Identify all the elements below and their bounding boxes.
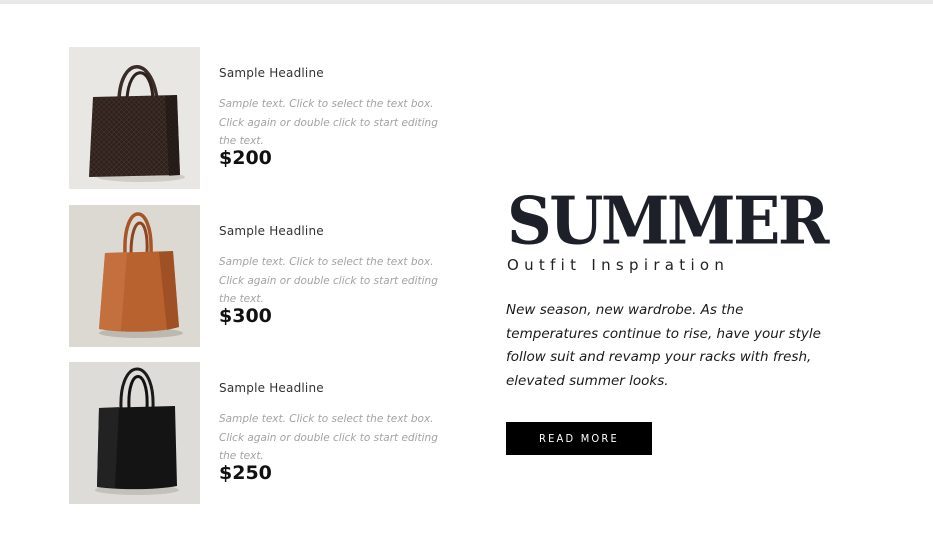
tan-leather-tote-image[interactable]: [69, 205, 200, 347]
product-headline[interactable]: Sample Headline: [219, 66, 324, 80]
product-description[interactable]: Sample text. Click to select the text bo…: [219, 410, 455, 466]
product-price[interactable]: $250: [219, 462, 272, 484]
product-price[interactable]: $200: [219, 147, 272, 169]
dark-woven-tote-image[interactable]: [69, 47, 200, 189]
black-leather-tote-image[interactable]: [69, 362, 200, 504]
top-divider: [0, 0, 933, 4]
read-more-button[interactable]: READ MORE: [506, 422, 652, 455]
product-price[interactable]: $300: [219, 305, 272, 327]
product-description[interactable]: Sample text. Click to select the text bo…: [219, 253, 455, 309]
product-headline[interactable]: Sample Headline: [219, 381, 324, 395]
hero-subtitle[interactable]: Outfit Inspiration: [507, 256, 729, 274]
hero-body-text[interactable]: New season, new wardrobe. As the tempera…: [506, 299, 836, 393]
product-description[interactable]: Sample text. Click to select the text bo…: [219, 95, 455, 151]
product-card: Sample Headline Sample text. Click to se…: [69, 362, 489, 504]
hero-title[interactable]: SUMMER: [507, 180, 829, 263]
product-card: Sample Headline Sample text. Click to se…: [69, 205, 489, 347]
black-leather-tote-bag-icon: [69, 362, 200, 504]
dark-woven-tote-bag-icon: [69, 47, 200, 189]
product-headline[interactable]: Sample Headline: [219, 224, 324, 238]
product-card: Sample Headline Sample text. Click to se…: [69, 47, 489, 189]
tan-leather-tote-bag-icon: [69, 205, 200, 347]
